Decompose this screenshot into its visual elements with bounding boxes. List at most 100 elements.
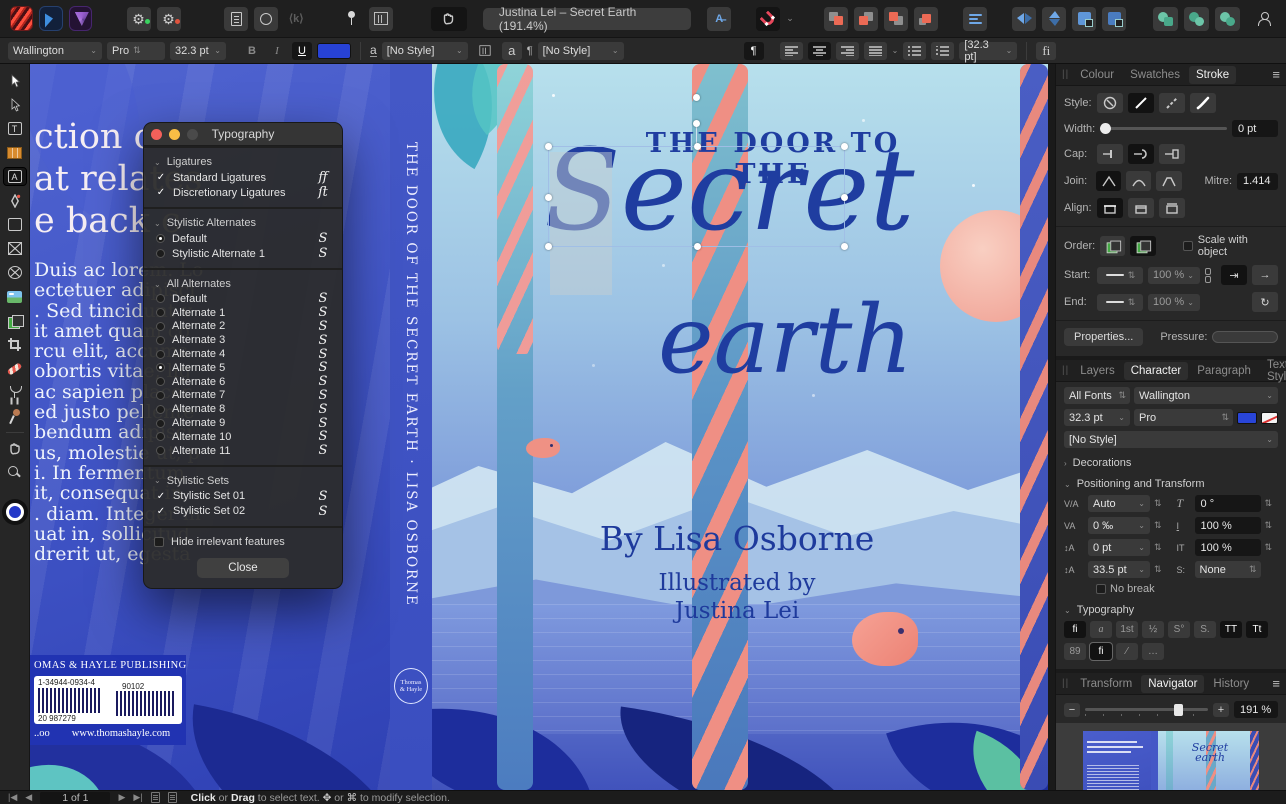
stroke-style-dashed-button[interactable] (1159, 93, 1185, 113)
join-bevel-button[interactable] (1156, 171, 1181, 191)
underline-button[interactable]: U (292, 42, 312, 60)
alternate-option[interactable]: Alternate 6S (144, 375, 342, 389)
char-font-family-select[interactable]: Wallington⌄ (1134, 387, 1278, 404)
alternate-option[interactable]: Alternate 1S (144, 306, 342, 320)
affinity-photo-logo-icon[interactable] (69, 6, 92, 31)
fill-colour-swatch[interactable] (1237, 412, 1257, 424)
align-inside-button[interactable] (1128, 198, 1154, 218)
tab-swatches[interactable]: Swatches (1123, 66, 1187, 84)
char-font-size-select[interactable]: 32.3 pt⌄ (1064, 409, 1130, 426)
first-page-button[interactable]: |◀ (8, 792, 17, 803)
move-backward-button[interactable] (884, 7, 908, 31)
tab-history[interactable]: History (1206, 675, 1256, 693)
spread-setup-button[interactable]: ⚙ (157, 7, 181, 31)
ligature-option[interactable]: ✓Standard Ligaturesﬀ (144, 170, 342, 185)
typography-section-header[interactable]: ⌄Typography (1056, 604, 1286, 616)
cap-round-button[interactable] (1128, 144, 1154, 164)
end-scale-select[interactable]: 100 %⌄ (1148, 294, 1200, 311)
fractions-toggle[interactable]: ½ (1142, 621, 1164, 638)
pages-view-button[interactable] (224, 7, 248, 31)
update-style-button[interactable] (473, 42, 497, 60)
selection-handle-mr[interactable] (841, 194, 848, 201)
selection-handle-bl[interactable] (545, 243, 552, 250)
colour-picker-tool[interactable] (4, 360, 26, 377)
bullet-list-button[interactable] (903, 42, 926, 60)
spread-view-icon[interactable] (168, 792, 177, 803)
alignment-more-chevron[interactable]: ⌄ (892, 46, 899, 55)
table-tool[interactable] (4, 144, 26, 161)
alternate-option[interactable]: Alternate 2S (144, 320, 342, 334)
uppercase-toggle[interactable]: TT (1220, 621, 1242, 638)
leading-override-select[interactable]: 33.5 pt⌄ (1088, 561, 1150, 578)
tab-stroke[interactable]: Stroke (1189, 66, 1236, 84)
font-variant-select[interactable]: Pro⇅ (107, 42, 165, 60)
move-tool[interactable] (4, 72, 26, 89)
stylistic-alternate-option[interactable]: DefaultS (144, 231, 342, 246)
alternate-option[interactable]: Alternate 11S (144, 444, 342, 458)
last-page-button[interactable]: ▶| (133, 792, 142, 803)
document-setup-button[interactable]: ⚙ (127, 7, 151, 31)
pen-tool[interactable] (4, 192, 26, 209)
align-right-button[interactable] (836, 42, 859, 60)
typography-dialog-titlebar[interactable]: Typography (144, 123, 342, 146)
end-style-select[interactable]: ⇅ (1097, 294, 1143, 311)
slider-knob[interactable] (1100, 123, 1111, 134)
flip-vertical-button[interactable] (1042, 7, 1066, 31)
boolean-subtract-button[interactable] (1184, 7, 1209, 31)
superscript-toggle[interactable]: S° (1168, 621, 1190, 638)
boolean-intersect-button[interactable] (1215, 7, 1240, 31)
stroke-width-slider[interactable] (1100, 127, 1227, 130)
italic-button[interactable]: I (267, 42, 287, 60)
scale-with-object-checkbox[interactable] (1183, 241, 1193, 251)
artistic-text-tool[interactable]: A (4, 168, 26, 185)
cap-square-button[interactable] (1159, 144, 1185, 164)
arrow-outside-button[interactable]: → (1252, 265, 1278, 285)
alternate-option[interactable]: Alternate 8S (144, 402, 342, 416)
alternate-option[interactable]: Alternate 10S (144, 430, 342, 444)
move-to-front-button[interactable] (824, 7, 848, 31)
bold-button[interactable]: B (242, 42, 262, 60)
leading-select[interactable]: [32.3 pt]⌄ (959, 42, 1017, 60)
alternate-option[interactable]: Alternate 3S (144, 333, 342, 347)
previous-page-button[interactable]: ◀ (25, 792, 32, 803)
zoom-slider-knob[interactable] (1174, 704, 1183, 716)
numbered-list-button[interactable] (931, 42, 954, 60)
preflight-button[interactable]: ⟨k⟩ (284, 7, 308, 31)
tab-navigator[interactable]: Navigator (1141, 675, 1204, 693)
next-page-button[interactable]: ▶ (118, 792, 125, 803)
stylistic-sets-header[interactable]: ⌄Stylistic Sets (144, 473, 342, 489)
stylistic-set-option[interactable]: ✓Stylistic Set 02S (144, 504, 342, 519)
alternate-option[interactable]: Alternate 7S (144, 389, 342, 403)
mitre-field[interactable]: 1.414 (1237, 173, 1278, 190)
paragraph-style-select[interactable]: [No Style]⌄ (538, 42, 624, 60)
flip-horizontal-button[interactable] (1012, 7, 1036, 31)
rotation-view-button[interactable] (254, 7, 278, 31)
properties-button[interactable]: Properties... (1064, 328, 1143, 346)
char-text-style-select[interactable]: [No Style]⌄ (1064, 431, 1278, 448)
panel-drag-handle[interactable]: || (1062, 69, 1069, 80)
text-colour-swatch[interactable] (317, 43, 351, 59)
account-button[interactable] (1252, 7, 1276, 31)
tab-layers[interactable]: Layers (1073, 362, 1122, 380)
cap-butt-button[interactable] (1097, 144, 1123, 164)
char-font-variant-select[interactable]: Pro⇅ (1134, 409, 1233, 426)
no-break-checkbox[interactable] (1096, 584, 1106, 594)
ligatures-toggle[interactable]: fi (1064, 621, 1086, 638)
text-object-selection-box[interactable] (548, 146, 845, 247)
page-indicator[interactable]: 1 of 1 (40, 792, 110, 804)
guides-button[interactable] (339, 7, 363, 31)
align-left-button[interactable] (780, 42, 803, 60)
font-family-select[interactable]: Wallington⌄ (8, 42, 102, 60)
stylistic-set-option[interactable]: ✓Stylistic Set 01S (144, 489, 342, 504)
pressure-graph[interactable] (1212, 331, 1278, 343)
stroke-width-field[interactable]: 0 pt (1232, 120, 1278, 137)
stylistic-alternates-header[interactable]: ⌄Stylistic Alternates (144, 215, 342, 231)
character-style-select[interactable]: [No Style]⌄ (382, 42, 468, 60)
insert-inside-button[interactable] (1102, 7, 1126, 31)
single-page-view-icon[interactable] (151, 792, 160, 803)
v-scale-field[interactable]: 100 % (1195, 539, 1261, 556)
language-select[interactable]: None⇅ (1195, 561, 1261, 578)
rectangle-tool[interactable] (4, 216, 26, 233)
selection-handle-ml[interactable] (545, 194, 552, 201)
alternate-option[interactable]: Alternate 4S (144, 347, 342, 361)
